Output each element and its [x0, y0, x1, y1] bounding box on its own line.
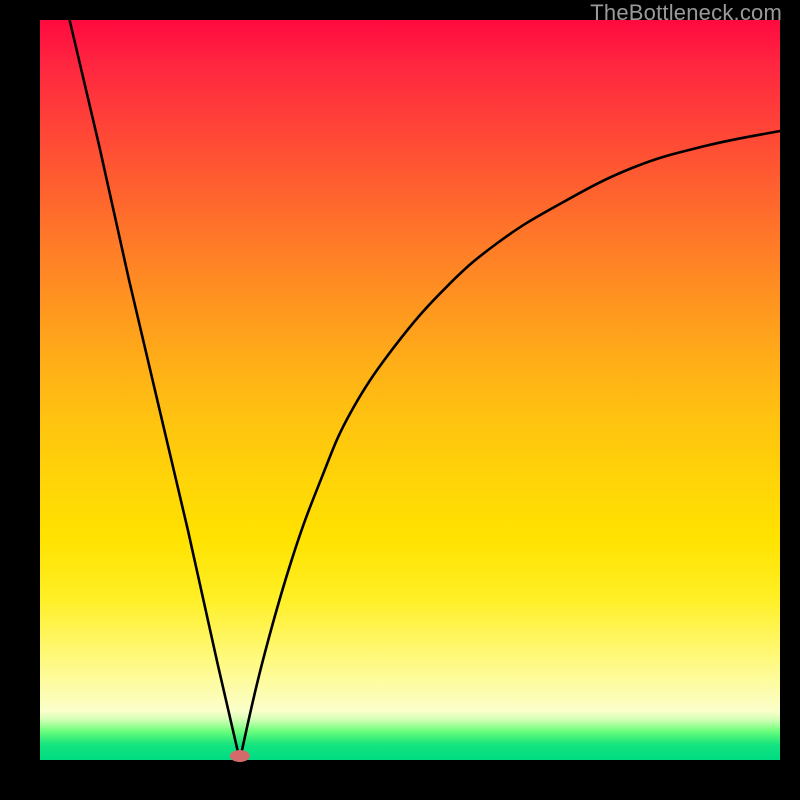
curve-svg [40, 20, 780, 760]
chart-canvas: TheBottleneck.com [0, 0, 800, 800]
curve-path [70, 20, 780, 760]
minimum-marker [230, 750, 250, 762]
plot-area [40, 20, 780, 760]
